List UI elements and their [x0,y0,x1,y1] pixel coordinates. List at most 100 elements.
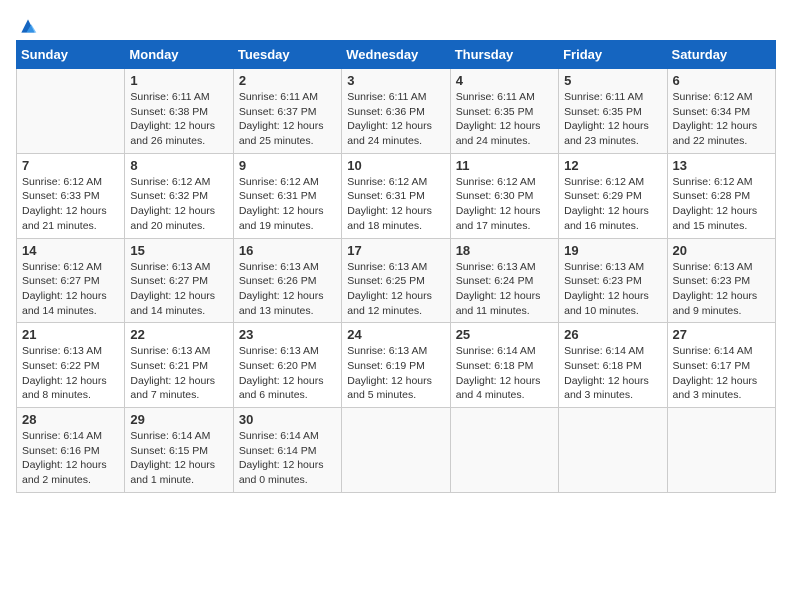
day-number: 4 [456,73,553,88]
calendar-header-row: SundayMondayTuesdayWednesdayThursdayFrid… [17,41,776,69]
calendar-cell: 13 Sunrise: 6:12 AM Sunset: 6:28 PM Dayli… [667,153,775,238]
calendar-cell: 30Sunrise: 6:14 AM Sunset: 6:14 PM Dayli… [233,408,341,493]
week-row-4: 21Sunrise: 6:13 AM Sunset: 6:22 PM Dayli… [17,323,776,408]
day-info: Sunrise: 6:13 AM Sunset: 6:25 PM Dayligh… [347,260,444,319]
day-info: Sunrise: 6:13 AM Sunset: 6:24 PM Dayligh… [456,260,553,319]
day-header-sunday: Sunday [17,41,125,69]
calendar-cell: 28 Sunrise: 6:14 AM Sunset: 6:16 PM Dayli… [17,408,125,493]
day-number: 11 [456,158,553,173]
calendar-cell: 7Sunrise: 6:12 AM Sunset: 6:33 PM Daylig… [17,153,125,238]
day-number: 28 [22,412,119,427]
day-info: Sunrise: 6:13 AM Sunset: 6:21 PM Dayligh… [130,344,227,403]
calendar-cell: 12 Sunrise: 6:12 AM Sunset: 6:29 PM Dayli… [559,153,667,238]
week-row-1: 1 Sunrise: 6:11 AM Sunset: 6:38 PM Daylig… [17,69,776,154]
day-info: Sunrise: 6:12 AM Sunset: 6:27 PM Dayligh… [22,260,119,319]
day-number: 23 [239,327,336,342]
day-info: Sunrise: 6:12 AM Sunset: 6:31 PM Dayligh… [239,175,336,234]
day-number: 12 [564,158,661,173]
day-info: Sunrise: 6:12 AM Sunset: 6:29 PM Dayligh… [564,175,661,234]
day-info: Sunrise: 6:12 AM Sunset: 6:30 PM Dayligh… [456,175,553,234]
calendar-cell: 17 Sunrise: 6:13 AM Sunset: 6:25 PM Dayli… [342,238,450,323]
day-number: 26 [564,327,661,342]
day-info: Sunrise: 6:13 AM Sunset: 6:19 PM Dayligh… [347,344,444,403]
day-info: Sunrise: 6:11 AM Sunset: 6:35 PM Dayligh… [564,90,661,149]
day-info: Sunrise: 6:14 AM Sunset: 6:16 PM Dayligh… [22,429,119,488]
day-number: 15 [130,243,227,258]
day-info: Sunrise: 6:13 AM Sunset: 6:27 PM Dayligh… [130,260,227,319]
calendar-cell: 27 Sunrise: 6:14 AM Sunset: 6:17 PM Dayli… [667,323,775,408]
day-number: 14 [22,243,119,258]
calendar-cell: 9 Sunrise: 6:12 AM Sunset: 6:31 PM Daylig… [233,153,341,238]
calendar-table: SundayMondayTuesdayWednesdayThursdayFrid… [16,40,776,493]
day-number: 20 [673,243,770,258]
day-info: Sunrise: 6:13 AM Sunset: 6:23 PM Dayligh… [564,260,661,319]
day-number: 30 [239,412,336,427]
day-info: Sunrise: 6:14 AM Sunset: 6:15 PM Dayligh… [130,429,227,488]
calendar-cell: 29Sunrise: 6:14 AM Sunset: 6:15 PM Dayli… [125,408,233,493]
day-number: 10 [347,158,444,173]
day-number: 17 [347,243,444,258]
calendar-cell: 11 Sunrise: 6:12 AM Sunset: 6:30 PM Dayli… [450,153,558,238]
day-header-monday: Monday [125,41,233,69]
week-row-5: 28 Sunrise: 6:14 AM Sunset: 6:16 PM Dayli… [17,408,776,493]
calendar-cell: 15 Sunrise: 6:13 AM Sunset: 6:27 PM Dayli… [125,238,233,323]
week-row-2: 7Sunrise: 6:12 AM Sunset: 6:33 PM Daylig… [17,153,776,238]
calendar-cell: 5Sunrise: 6:11 AM Sunset: 6:35 PM Daylig… [559,69,667,154]
day-info: Sunrise: 6:12 AM Sunset: 6:33 PM Dayligh… [22,175,119,234]
day-number: 1 [130,73,227,88]
calendar-cell: 14 Sunrise: 6:12 AM Sunset: 6:27 PM Dayli… [17,238,125,323]
day-info: Sunrise: 6:12 AM Sunset: 6:34 PM Dayligh… [673,90,770,149]
day-header-friday: Friday [559,41,667,69]
calendar-cell: 10 Sunrise: 6:12 AM Sunset: 6:31 PM Dayli… [342,153,450,238]
calendar-cell: 21Sunrise: 6:13 AM Sunset: 6:22 PM Dayli… [17,323,125,408]
calendar-cell [667,408,775,493]
day-number: 6 [673,73,770,88]
calendar-cell: 8Sunrise: 6:12 AM Sunset: 6:32 PM Daylig… [125,153,233,238]
header [16,16,776,32]
day-header-thursday: Thursday [450,41,558,69]
calendar-cell: 26 Sunrise: 6:14 AM Sunset: 6:18 PM Dayli… [559,323,667,408]
calendar-cell: 18 Sunrise: 6:13 AM Sunset: 6:24 PM Dayli… [450,238,558,323]
day-number: 18 [456,243,553,258]
logo [16,16,38,32]
day-info: Sunrise: 6:11 AM Sunset: 6:37 PM Dayligh… [239,90,336,149]
day-header-wednesday: Wednesday [342,41,450,69]
calendar-cell: 4 Sunrise: 6:11 AM Sunset: 6:35 PM Daylig… [450,69,558,154]
day-info: Sunrise: 6:11 AM Sunset: 6:35 PM Dayligh… [456,90,553,149]
day-header-saturday: Saturday [667,41,775,69]
day-number: 19 [564,243,661,258]
day-number: 25 [456,327,553,342]
calendar-cell: 19 Sunrise: 6:13 AM Sunset: 6:23 PM Dayli… [559,238,667,323]
day-number: 16 [239,243,336,258]
day-number: 22 [130,327,227,342]
day-info: Sunrise: 6:12 AM Sunset: 6:31 PM Dayligh… [347,175,444,234]
calendar-cell [342,408,450,493]
day-number: 9 [239,158,336,173]
day-number: 27 [673,327,770,342]
day-number: 3 [347,73,444,88]
day-info: Sunrise: 6:12 AM Sunset: 6:28 PM Dayligh… [673,175,770,234]
day-info: Sunrise: 6:13 AM Sunset: 6:26 PM Dayligh… [239,260,336,319]
week-row-3: 14 Sunrise: 6:12 AM Sunset: 6:27 PM Dayli… [17,238,776,323]
day-number: 8 [130,158,227,173]
day-number: 24 [347,327,444,342]
day-info: Sunrise: 6:14 AM Sunset: 6:17 PM Dayligh… [673,344,770,403]
day-info: Sunrise: 6:13 AM Sunset: 6:20 PM Dayligh… [239,344,336,403]
calendar-cell: 2 Sunrise: 6:11 AM Sunset: 6:37 PM Daylig… [233,69,341,154]
day-info: Sunrise: 6:14 AM Sunset: 6:18 PM Dayligh… [456,344,553,403]
day-header-tuesday: Tuesday [233,41,341,69]
calendar-cell: 3 Sunrise: 6:11 AM Sunset: 6:36 PM Daylig… [342,69,450,154]
calendar-cell [17,69,125,154]
day-info: Sunrise: 6:13 AM Sunset: 6:23 PM Dayligh… [673,260,770,319]
day-number: 2 [239,73,336,88]
logo-icon [18,16,38,36]
day-number: 21 [22,327,119,342]
calendar-cell [559,408,667,493]
day-info: Sunrise: 6:11 AM Sunset: 6:36 PM Dayligh… [347,90,444,149]
day-info: Sunrise: 6:11 AM Sunset: 6:38 PM Dayligh… [130,90,227,149]
day-number: 13 [673,158,770,173]
calendar-cell: 16 Sunrise: 6:13 AM Sunset: 6:26 PM Dayli… [233,238,341,323]
calendar-cell: 22 Sunrise: 6:13 AM Sunset: 6:21 PM Dayli… [125,323,233,408]
day-info: Sunrise: 6:14 AM Sunset: 6:18 PM Dayligh… [564,344,661,403]
calendar-cell: 20 Sunrise: 6:13 AM Sunset: 6:23 PM Dayli… [667,238,775,323]
